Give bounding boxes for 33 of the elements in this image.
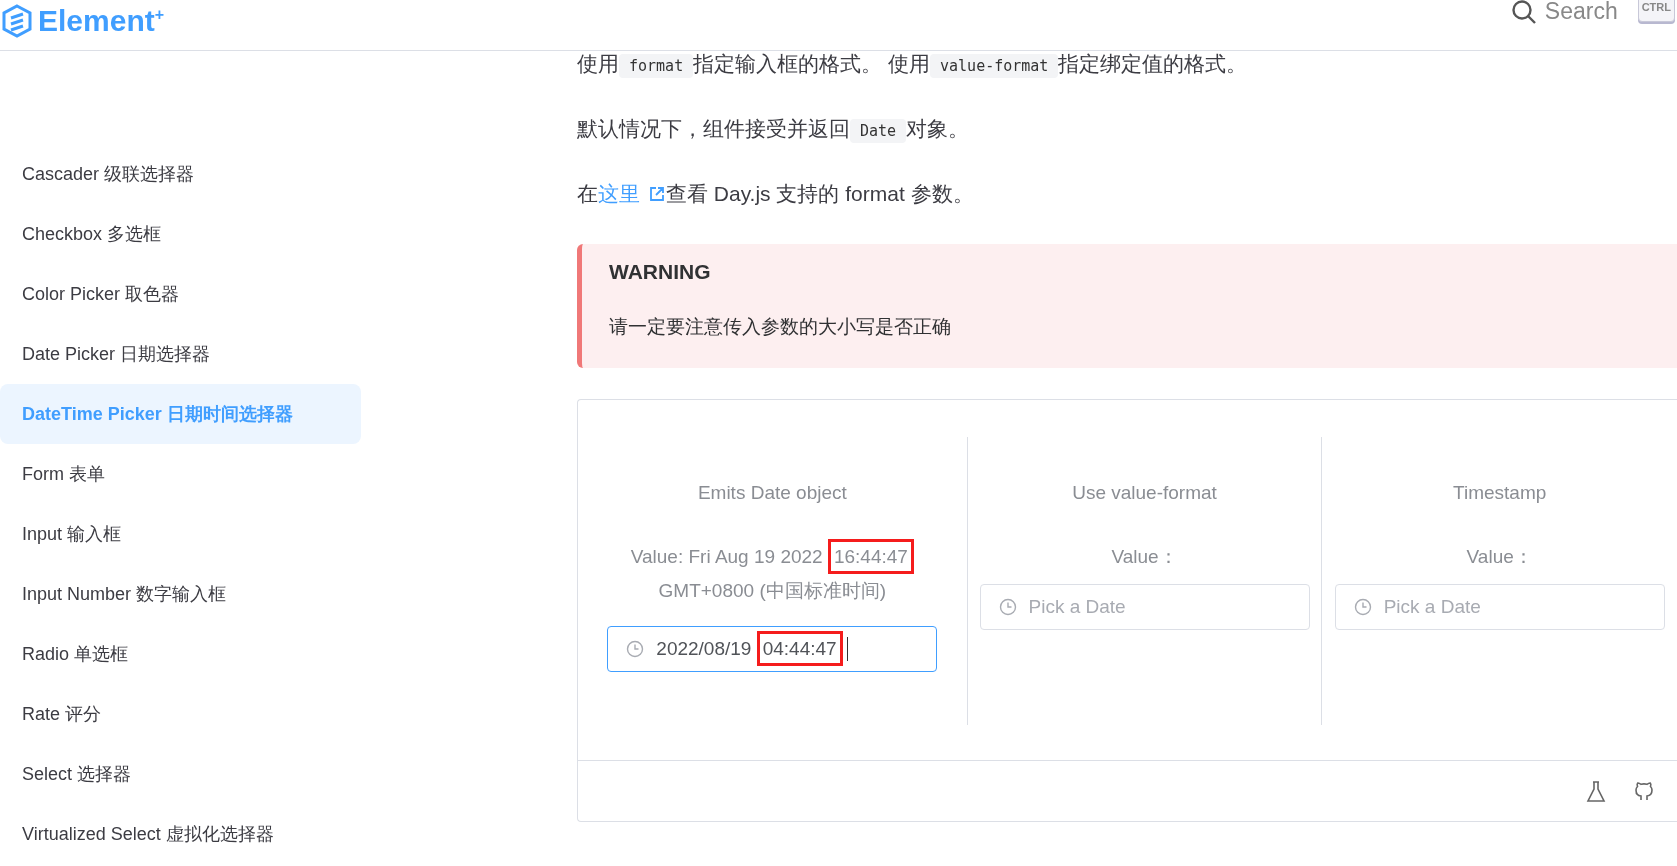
flask-icon[interactable] [1585, 780, 1607, 804]
sidebar-item[interactable]: Form 表单 [0, 444, 361, 504]
hexagon-logo-icon [2, 4, 32, 38]
sidebar-item[interactable]: Rate 评分 [0, 684, 361, 744]
sidebar-item[interactable]: Checkbox 多选框 [0, 204, 361, 264]
value-text: Value: Fri Aug 19 2022 16:44:47 GMT+0800 (中国标准时间) [617, 540, 928, 608]
paragraph: 在这里 查看 Day.js 支持的 format 参数。 [577, 181, 975, 207]
shortcut-key: CTRL [1637, 0, 1675, 22]
clock-icon [1353, 598, 1372, 616]
value-text: Value： [1110, 545, 1179, 569]
paragraph: 使用 format 指定输入框的格式。 使用 value-format 指定绑定值的格式。 [577, 49, 1677, 114]
clock-icon [998, 598, 1017, 616]
value-text: Value： [1465, 545, 1534, 569]
sidebar-item[interactable]: Virtualized Select 虚拟化选择器 [0, 804, 361, 864]
external-link-icon [648, 185, 666, 203]
warning-text: 请一定要注意传入参数的大小写是否正确 [609, 315, 952, 339]
demo-title: Use value-format [1072, 482, 1217, 504]
sidebar-item[interactable]: Radio 单选框 [0, 624, 361, 684]
search-icon [1510, 0, 1537, 25]
sidebar-item[interactable]: Date Picker 日期选择器 [0, 324, 361, 384]
sidebar-item[interactable]: Input Number 数字输入框 [0, 564, 361, 624]
demo-title: Timestamp [1453, 482, 1547, 504]
demo-title: Emits Date object [697, 482, 847, 504]
search-button[interactable]: Search [1510, 0, 1638, 25]
warning-title: WARNING [609, 260, 712, 284]
clock-icon [626, 640, 645, 658]
sidebar-item[interactable]: Cascader 级联选择器 [0, 144, 361, 204]
sidebar-item[interactable]: Color Picker 取色器 [0, 264, 361, 324]
sidebar-item[interactable]: Select 选择器 [0, 744, 361, 804]
sidebar-item[interactable]: Input 输入框 [0, 504, 361, 564]
paragraph: 默认情况下，组件接受并返回 Date 对象。 [577, 114, 1677, 179]
github-icon[interactable] [1633, 780, 1655, 802]
date-picker-field[interactable]: 2022/08/19 04:44:47 [607, 626, 938, 672]
